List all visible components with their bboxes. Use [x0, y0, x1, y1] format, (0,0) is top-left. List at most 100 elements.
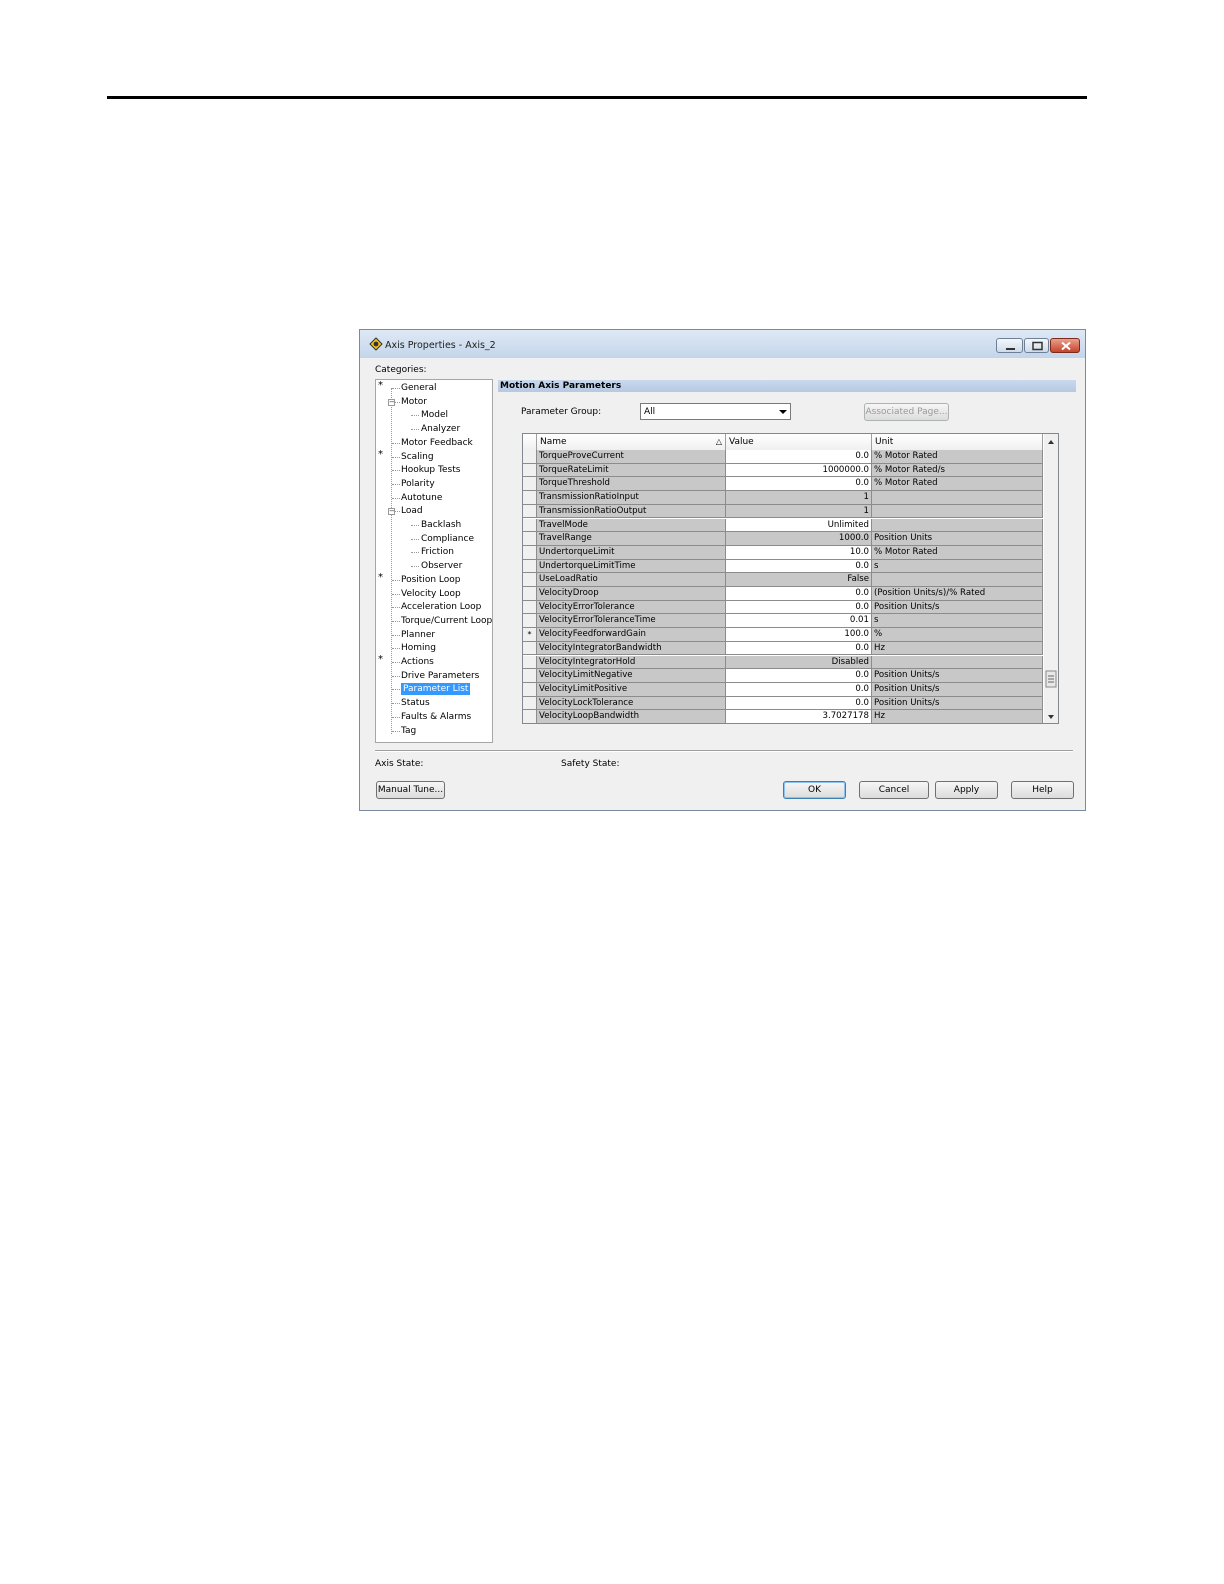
row-selector[interactable]	[523, 532, 537, 546]
row-selector[interactable]	[523, 545, 537, 560]
tree-item-compliance[interactable]: Compliance	[421, 533, 474, 545]
associated-page-button[interactable]: Associated Page...	[864, 403, 949, 421]
cell-value[interactable]: 0.0	[726, 477, 872, 492]
tree-item-position-loop[interactable]: Position Loop	[401, 574, 460, 586]
row-selector[interactable]	[523, 614, 537, 629]
tree-item-friction[interactable]: Friction	[421, 546, 454, 558]
tree-item-observer[interactable]: Observer	[421, 560, 462, 572]
cell-value[interactable]: 0.0	[726, 600, 872, 615]
tree-item-drive-parameters[interactable]: Drive Parameters	[401, 670, 479, 682]
tree-item-acceleration-loop[interactable]: Acceleration Loop	[401, 601, 481, 613]
column-header-value[interactable]: Value	[726, 434, 872, 450]
table-row[interactable]: * VelocityFeedforwardGain 100.0%	[523, 628, 1043, 642]
tree-item-backlash[interactable]: Backlash	[421, 519, 461, 531]
row-selector[interactable]	[523, 600, 537, 615]
row-selector[interactable]	[523, 518, 537, 533]
tree-item-autotune[interactable]: Autotune	[401, 492, 442, 504]
tree-item-velocity-loop[interactable]: Velocity Loop	[401, 588, 461, 600]
header-select-column[interactable]	[523, 434, 537, 450]
tree-item-faults-alarms[interactable]: Faults & Alarms	[401, 711, 471, 723]
tree-item-motor-feedback[interactable]: Motor Feedback	[401, 437, 473, 449]
cell-value[interactable]: 0.0	[726, 669, 872, 683]
cell-value[interactable]: 3.7027178	[726, 710, 872, 723]
tree-item-model[interactable]: Model	[421, 409, 448, 421]
cell-value[interactable]: 0.0	[726, 682, 872, 697]
table-row[interactable]: UndertorqueLimit 10.0% Motor Rated	[523, 545, 1043, 560]
row-selector[interactable]: *	[523, 628, 537, 642]
table-row[interactable]: VelocityLockTolerance 0.0 Position Units/s	[523, 696, 1043, 711]
row-selector[interactable]	[523, 477, 537, 492]
manual-tune-button[interactable]: Manual Tune...	[376, 781, 445, 799]
column-header-name[interactable]: Name △	[537, 434, 726, 450]
table-row[interactable]: TorqueThreshold 0.0% Motor Rated	[523, 477, 1043, 492]
collapse-icon[interactable]: −	[388, 398, 395, 406]
scroll-up-icon[interactable]	[1048, 440, 1054, 444]
cell-value[interactable]: 0.0	[726, 587, 872, 601]
tree-item-tag[interactable]: Tag	[401, 725, 416, 737]
cell-value[interactable]: 0.0	[726, 450, 872, 464]
tree-item-parameter-list[interactable]: Parameter List	[401, 683, 471, 696]
table-row[interactable]: VelocityErrorToleranceTime 0.01 s	[523, 614, 1043, 629]
row-selector[interactable]	[523, 450, 537, 464]
apply-button[interactable]: Apply	[935, 781, 998, 799]
row-selector[interactable]	[523, 573, 537, 587]
table-row[interactable]: VelocityDroop 0.0 (Position Units/s)/% Rat…	[523, 587, 1043, 601]
tree-item-status[interactable]: Status	[401, 697, 430, 709]
collapse-icon[interactable]: −	[388, 508, 395, 516]
table-row[interactable]: UseLoadRatio False	[523, 573, 1043, 587]
tree-item-homing[interactable]: Homing	[401, 642, 436, 654]
scroll-down-icon[interactable]	[1048, 715, 1054, 719]
table-row[interactable]: VelocityIntegratorBandwidth 0.0 Hz	[523, 641, 1043, 656]
maximize-button[interactable]	[1024, 338, 1049, 353]
help-button[interactable]: Help	[1011, 781, 1074, 799]
vertical-scrollbar[interactable]	[1044, 434, 1058, 723]
cell-value[interactable]: 1000000.0	[726, 463, 872, 478]
tree-item-load[interactable]: Load	[401, 505, 423, 517]
tree-item-actions[interactable]: Actions	[401, 656, 434, 668]
tree-item-polarity[interactable]: Polarity	[401, 478, 435, 490]
tree-item-analyzer[interactable]: Analyzer	[421, 423, 460, 435]
row-selector[interactable]	[523, 587, 537, 601]
row-selector[interactable]	[523, 710, 537, 723]
row-selector[interactable]	[523, 504, 537, 519]
parameter-group-select[interactable]: All	[640, 403, 791, 420]
row-selector[interactable]	[523, 559, 537, 574]
cell-value[interactable]: Unlimited	[726, 518, 872, 533]
title-bar[interactable]: Axis Properties - Axis_2	[360, 330, 1085, 358]
table-row[interactable]: VelocityLimitNegative 0.0 Position Units/s	[523, 669, 1043, 683]
table-row[interactable]: TransmissionRatioOutput 1	[523, 504, 1043, 519]
cell-value[interactable]: 0.0	[726, 696, 872, 711]
categories-tree[interactable]: * General − Motor Model Analyzer Motor Feedbac…	[375, 379, 493, 743]
cell-value[interactable]: 100.0	[726, 628, 872, 642]
row-selector[interactable]	[523, 655, 537, 670]
table-row[interactable]: TorqueProveCurrent 0.0% Motor Rated	[523, 450, 1043, 464]
cell-value[interactable]: 10.0	[726, 545, 872, 560]
table-row[interactable]: VelocityIntegratorHold Disabled	[523, 655, 1043, 670]
row-selector[interactable]	[523, 682, 537, 697]
row-selector[interactable]	[523, 669, 537, 683]
tree-item-general[interactable]: General	[401, 382, 436, 394]
cell-value[interactable]: 0.01	[726, 614, 872, 629]
ok-button[interactable]: OK	[783, 781, 846, 799]
cell-value[interactable]: 0.0	[726, 641, 872, 656]
table-row[interactable]: VelocityLoopBandwidth 3.7027178 Hz	[523, 710, 1043, 723]
column-header-unit[interactable]: Unit	[872, 434, 1043, 450]
table-row[interactable]: VelocityLimitPositive 0.0 Position Units/s	[523, 682, 1043, 697]
row-selector[interactable]	[523, 696, 537, 711]
parameter-grid[interactable]: Name △ Value Unit TorqueProveCurrent 0.0%…	[522, 433, 1059, 724]
minimize-button[interactable]	[996, 338, 1023, 353]
row-selector[interactable]	[523, 491, 537, 505]
table-row[interactable]: UndertorqueLimitTime 0.0 s	[523, 559, 1043, 574]
row-selector[interactable]	[523, 641, 537, 656]
table-row[interactable]: TravelRange 1000.0 Position Units	[523, 532, 1043, 546]
tree-item-hookup-tests[interactable]: Hookup Tests	[401, 464, 460, 476]
tree-item-torque-current-loop[interactable]: Torque/Current Loop	[401, 615, 492, 627]
tree-item-scaling[interactable]: Scaling	[401, 451, 434, 463]
table-row[interactable]: VelocityErrorTolerance 0.0 Position Units/…	[523, 600, 1043, 615]
tree-item-planner[interactable]: Planner	[401, 629, 435, 641]
table-row[interactable]: TravelMode Unlimited	[523, 518, 1043, 533]
close-button[interactable]	[1050, 338, 1080, 353]
cancel-button[interactable]: Cancel	[859, 781, 929, 799]
table-row[interactable]: TorqueRateLimit 1000000.0% Motor Rated/s	[523, 463, 1043, 478]
table-row[interactable]: TransmissionRatioInput 1	[523, 491, 1043, 505]
